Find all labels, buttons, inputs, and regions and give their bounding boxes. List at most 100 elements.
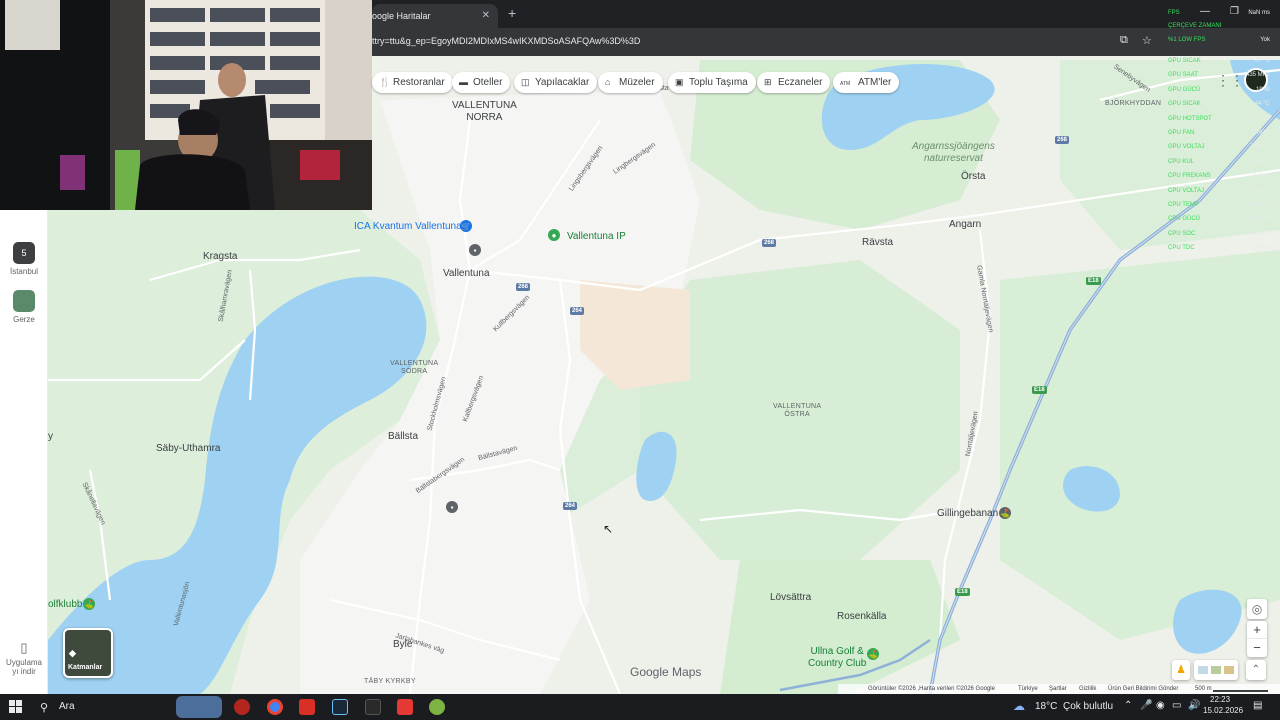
chip-transit[interactable]: ▣ Toplu Taşıma	[668, 72, 756, 93]
golf-pin-icon[interactable]: ⛳	[999, 507, 1011, 519]
bookmark-star-icon[interactable]: ☆	[1142, 34, 1152, 47]
overlay-key: GPU GÜCÜ	[1168, 86, 1201, 93]
app-redbox-icon[interactable]	[397, 699, 413, 715]
chip-hotels[interactable]: ▬ Oteller	[452, 72, 511, 93]
footer-feedback[interactable]: Ürün Geri Bildirimi Gönder	[1108, 684, 1178, 694]
windows-start-icon[interactable]	[9, 700, 22, 713]
route-shield-e18: E18	[955, 588, 970, 596]
overlay-row: CPU KUL 45 %	[1166, 157, 1272, 168]
chevron-up-icon[interactable]: ⌃	[1246, 660, 1266, 680]
golf-club-pin-icon[interactable]: ⛳	[867, 648, 879, 660]
overlay-key: ÇERÇEVE ZAMANI	[1168, 23, 1222, 29]
overlay-row: CPU SOC 13.3 A	[1166, 229, 1272, 240]
weather-text[interactable]: Çok bulutlu	[1063, 701, 1113, 712]
overlay-key: CPU SOC	[1168, 230, 1196, 237]
overlay-row: GPU SAAT 435 MHz	[1166, 70, 1272, 81]
overlay-value: 13.3 A	[1252, 230, 1270, 237]
label-vallentuna[interactable]: Vallentuna	[443, 268, 490, 280]
museum-icon: ⌂	[605, 77, 611, 87]
new-tab-button[interactable]: +	[508, 5, 516, 21]
overlay-value: 0 RPM	[1251, 130, 1270, 136]
overlay-value: 45 %	[1256, 158, 1270, 165]
overlay-key: GPU HOTSPOT	[1168, 115, 1212, 122]
label-ica-kvantum[interactable]: ICA Kvantum Vallentuna	[354, 221, 462, 233]
my-location-icon[interactable]: ◎	[1247, 599, 1267, 619]
label-taby-kyrkby: TÄBY KYRKBY	[364, 678, 416, 685]
overlay-row: CPU TDC 24.3 A	[1166, 243, 1272, 254]
transit-icon: ▣	[675, 77, 684, 87]
chip-museums[interactable]: ⌂ Müzeler	[598, 72, 663, 93]
overlay-key: CPU FREKANS	[1168, 173, 1211, 180]
atm-icon: ATM	[840, 81, 851, 87]
overlay-value: 19 W	[1255, 86, 1270, 93]
overlay-value: 765 mV	[1249, 144, 1270, 151]
shopping-cart-pin-icon[interactable]: 🛒	[460, 220, 472, 232]
label-gillingebanan[interactable]: Gillingebanan	[937, 508, 998, 520]
url-text[interactable]: ttry=ttu&g_ep=EgoyMDI2MDIxMS4wIKXMDSoASA…	[372, 36, 640, 46]
overlay-key: GPU VOLTAJ	[1168, 144, 1205, 151]
app-red-icon[interactable]	[299, 699, 315, 715]
tab-close-icon[interactable]: ✕	[482, 4, 490, 28]
sidebar-item-istanbul[interactable]: 5 İstanbul	[0, 242, 48, 276]
sidebar-item-label: Gerze	[13, 315, 35, 324]
footer-attribution: Görüntüler ©2026 ,Harita verileri ©2026 …	[868, 686, 995, 692]
chip-label: Müzeler	[619, 77, 655, 88]
app-green-icon[interactable]	[429, 699, 445, 715]
sidebar-download-app[interactable]: ▯ Uygulama yı indir	[0, 640, 48, 676]
chrome-icon[interactable]	[267, 699, 283, 715]
label-bjorkhyddan: BJÖRKHYDDAN	[1105, 100, 1162, 107]
camera-icon: ◫	[521, 77, 530, 87]
clock-date[interactable]: 15.02.2026	[1203, 706, 1243, 715]
label-vallentuna-ip[interactable]: Vallentuna IP	[567, 231, 626, 243]
chip-restaurants[interactable]: 🍴 Restoranlar	[372, 72, 453, 93]
zoom-in-button[interactable]: +	[1247, 621, 1267, 638]
search-icon[interactable]: ⚲	[40, 701, 48, 714]
tray-app-icon[interactable]: ◉	[1156, 700, 1165, 711]
clock-time[interactable]: 22:23	[1210, 695, 1230, 704]
zoom-out-button[interactable]: −	[1247, 638, 1267, 656]
notification-icon[interactable]: ▤	[1253, 700, 1262, 711]
address-bar[interactable]: ttry=ttu&g_ep=EgoyMDI2MDIxMS4wIKXMDSoASA…	[372, 28, 1280, 56]
app-record-icon[interactable]	[234, 699, 250, 715]
footer-terms[interactable]: Şartlar	[1049, 684, 1067, 694]
label-golfklubb[interactable]: olfklubb	[48, 599, 82, 611]
label-rosenkalla: Rosenkälla	[837, 611, 887, 622]
volume-icon[interactable]: 🔊	[1188, 700, 1200, 711]
network-icon[interactable]: ▭	[1172, 700, 1181, 711]
taskbar-search-label[interactable]: Ara	[59, 701, 75, 712]
tray-chevron-icon[interactable]: ⌃	[1124, 700, 1132, 711]
chip-label: Restoranlar	[393, 77, 445, 88]
weather-cloud-icon[interactable]: ☁	[1013, 699, 1025, 713]
steam-icon[interactable]	[332, 699, 348, 715]
cast-icon[interactable]: ⧉	[1120, 34, 1128, 47]
label-nature-reserve[interactable]: Angarnssjöängens naturreservat	[912, 141, 995, 164]
weather-temp[interactable]: 18°C	[1035, 701, 1057, 712]
footer-scale[interactable]: 500 m	[1195, 684, 1212, 694]
chip-atms[interactable]: ATM ATM'ler	[833, 72, 900, 93]
label-ullna-golf[interactable]: Ullna Golf & Country Club	[808, 646, 866, 669]
imagery-toggle[interactable]	[1194, 660, 1238, 680]
footer-privacy[interactable]: Gizlilik	[1079, 684, 1096, 694]
station-pin-ballsta-icon[interactable]: ▪	[446, 501, 458, 513]
park-pin-icon[interactable]: ●	[548, 229, 560, 241]
layers-button[interactable]: ◆ Katmanlar	[63, 628, 113, 678]
gerze-thumbnail	[13, 290, 35, 312]
chip-label: Toplu Taşıma	[689, 77, 748, 88]
chip-pharmacies[interactable]: ⊞ Eczaneler	[757, 72, 831, 93]
overlay-key: %1 LOW FPS	[1168, 37, 1206, 43]
overlay-value: 24.3 A	[1252, 245, 1270, 252]
label-ravsta: Rävsta	[862, 237, 894, 248]
golf-pin-left-icon[interactable]: ⛳	[83, 598, 95, 610]
satellite-thumb	[1224, 666, 1234, 674]
sidebar-item-gerze[interactable]: Gerze	[0, 290, 48, 324]
station-pin-icon[interactable]: ▪	[469, 244, 481, 256]
chip-things-to-do[interactable]: ◫ Yapılacaklar	[514, 72, 598, 93]
tab-google-maps[interactable]: oogle Haritalar ✕	[372, 4, 498, 28]
widget-whale-icon[interactable]	[176, 696, 222, 718]
chip-label: Oteller	[473, 77, 503, 88]
footer-country[interactable]: Türkiye	[1018, 684, 1038, 694]
terminal-icon[interactable]	[365, 699, 381, 715]
chip-label: Yapılacaklar	[535, 77, 590, 88]
pegman-icon[interactable]: ♟	[1172, 660, 1190, 680]
microphone-icon[interactable]: 🎤	[1140, 700, 1152, 711]
